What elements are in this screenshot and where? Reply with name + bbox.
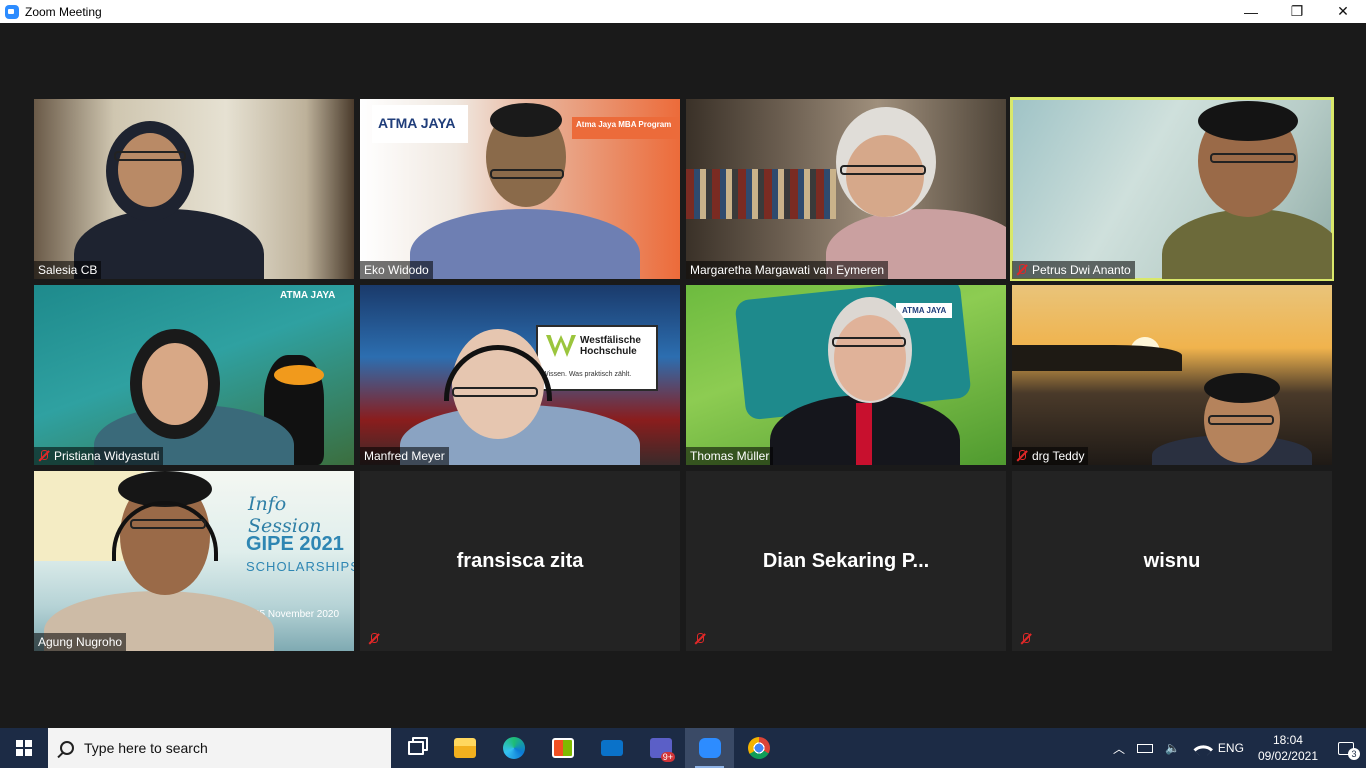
- clock-date: 09/02/2021: [1257, 749, 1318, 763]
- search-icon: [60, 741, 74, 755]
- start-button[interactable]: [0, 728, 48, 768]
- zoom-icon: [698, 738, 721, 758]
- window-title: Zoom Meeting: [25, 4, 102, 19]
- participant-name: wisnu: [1143, 549, 1201, 572]
- participant-name: Thomas Müller: [690, 449, 770, 463]
- battery-button[interactable]: [1131, 728, 1159, 768]
- participant-name-tag: Manfred Meyer: [360, 447, 449, 465]
- participant-name: Eko Widodo: [364, 263, 429, 277]
- participant-name-tag: Thomas Müller: [686, 447, 774, 465]
- participant-name-tag: Eko Widodo: [360, 261, 433, 279]
- windows-logo-icon: [16, 740, 32, 756]
- restore-button[interactable]: ❐: [1274, 0, 1320, 23]
- action-center-button[interactable]: 3: [1326, 728, 1366, 768]
- battery-icon: [1136, 743, 1153, 753]
- mail-button[interactable]: [587, 728, 636, 768]
- muted-mic-icon: [1016, 264, 1028, 276]
- atma-jaya-logo: ATMA JAYA: [372, 105, 468, 143]
- shoreline: [1012, 345, 1182, 371]
- chrome-button[interactable]: [734, 728, 783, 768]
- speaker-icon: 🔈: [1164, 741, 1180, 755]
- zoom-app-icon: [5, 4, 19, 19]
- title-bar: Zoom Meeting — ❐ ✕: [0, 0, 1366, 23]
- participant-name-tag: Pristiana Widyastuti: [34, 447, 164, 465]
- task-view-button[interactable]: [391, 728, 440, 768]
- participant-name-tag: Margaretha Margawati van Eymeren: [686, 261, 889, 279]
- edge-icon: [502, 737, 525, 759]
- network-button[interactable]: [1186, 728, 1214, 768]
- muted-mic-icon: [368, 633, 380, 645]
- participant-tile-no-video[interactable]: wisnu: [1012, 471, 1332, 651]
- search-placeholder: Type here to search: [84, 740, 208, 756]
- participant-name: Margaretha Margawati van Eymeren: [690, 263, 885, 277]
- atma-jaya-logo: ATMA JAYA: [280, 290, 336, 301]
- taskbar: Type here to search 9+ ︿ 🔈 ENG 18:04 09/…: [0, 728, 1366, 768]
- file-explorer-icon: [453, 738, 476, 758]
- teams-badge: 9+: [660, 752, 675, 762]
- participant-name: Agung Nugroho: [38, 635, 123, 649]
- scholarships-subtitle: SCHOLARSHIPS: [246, 559, 354, 574]
- participant-name-tag: Petrus Dwi Ananto: [1012, 261, 1135, 279]
- participant-name: drg Teddy: [1032, 449, 1085, 463]
- gipe-title: GIPE 2021: [246, 533, 344, 555]
- participant-name: Dian Sekaring P...: [762, 549, 930, 572]
- store-button[interactable]: [538, 728, 587, 768]
- volume-button[interactable]: 🔈: [1159, 728, 1186, 768]
- participant-tile[interactable]: ATMA JAYA Thomas Müller: [686, 285, 1006, 465]
- mail-icon: [600, 740, 623, 756]
- participant-name: Pristiana Widyastuti: [54, 449, 160, 463]
- wifi-icon: [1193, 739, 1214, 760]
- zoom-button[interactable]: [685, 728, 734, 768]
- participant-tile[interactable]: drg Teddy: [1012, 285, 1332, 465]
- notification-count: 3: [1348, 748, 1360, 760]
- store-icon: [551, 738, 574, 758]
- participant-name: Salesia CB: [38, 263, 98, 277]
- participant-tile[interactable]: Margaretha Margawati van Eymeren: [686, 99, 1006, 279]
- westfalische-logo-text: Westfälische Hochschule: [580, 335, 641, 357]
- muted-mic-icon: [38, 450, 50, 462]
- participant-name: Manfred Meyer: [364, 449, 445, 463]
- taskbar-search-box[interactable]: Type here to search: [48, 728, 391, 768]
- participant-name-tag: drg Teddy: [1012, 447, 1089, 465]
- participant-tile[interactable]: Info Session GIPE 2021 SCHOLARSHIPS 25 N…: [34, 471, 354, 651]
- gallery-view: Salesia CB ATMA JAYA Atma Jaya MBA Progr…: [0, 23, 1366, 728]
- teams-button[interactable]: 9+: [636, 728, 685, 768]
- participant-tile[interactable]: Salesia CB: [34, 99, 354, 279]
- chevron-up-icon: ︿: [1112, 741, 1125, 756]
- westfalische-logo-box: Westfälische Hochschule Wissen. Was prak…: [536, 325, 658, 391]
- participant-name-tag: Agung Nugroho: [34, 633, 127, 651]
- participant-tile[interactable]: ATMA JAYA Atma Jaya MBA Program Eko Wido…: [360, 99, 680, 279]
- input-language-button[interactable]: ENG: [1212, 728, 1250, 768]
- edge-button[interactable]: [489, 728, 538, 768]
- atma-jaya-logo: ATMA JAYA: [896, 303, 953, 318]
- background-banner: Atma Jaya MBA Program: [572, 117, 680, 139]
- clock-time: 18:04: [1272, 733, 1303, 747]
- muted-mic-icon: [1016, 450, 1028, 462]
- participant-tile-active-speaker[interactable]: Petrus Dwi Ananto: [1010, 97, 1334, 281]
- participant-name-tag: Salesia CB: [34, 261, 102, 279]
- westfalische-tagline: Wissen. Was praktisch zählt.: [542, 371, 632, 378]
- task-view-icon: [407, 741, 424, 755]
- muted-mic-icon: [1020, 633, 1032, 645]
- muted-mic-icon: [694, 633, 706, 645]
- system-tray: ︿ 🔈 ENG 18:04 09/02/2021 3: [1107, 728, 1366, 768]
- clock[interactable]: 18:04 09/02/2021: [1250, 732, 1326, 764]
- participant-tile[interactable]: Westfälische Hochschule Wissen. Was prak…: [360, 285, 680, 465]
- show-hidden-icons-button[interactable]: ︿: [1107, 728, 1131, 768]
- file-explorer-button[interactable]: [440, 728, 489, 768]
- participant-tile[interactable]: ATMA JAYA Pristiana Widyastuti: [34, 285, 354, 465]
- participant-name: fransisca zita: [456, 549, 584, 572]
- window-controls: — ❐ ✕: [1228, 0, 1366, 23]
- participant-tile-no-video[interactable]: Dian Sekaring P...: [686, 471, 1006, 651]
- minimize-button[interactable]: —: [1228, 0, 1274, 23]
- participant-tile-no-video[interactable]: fransisca zita: [360, 471, 680, 651]
- participant-name: Petrus Dwi Ananto: [1032, 263, 1131, 277]
- chrome-icon: [747, 737, 770, 759]
- close-button[interactable]: ✕: [1320, 0, 1366, 23]
- info-session-heading: Info Session: [248, 493, 322, 537]
